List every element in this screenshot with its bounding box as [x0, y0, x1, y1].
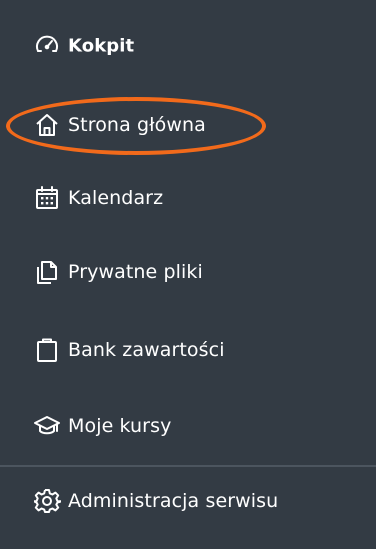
files-icon [30, 255, 64, 289]
nav-item-bank-zawartosci[interactable]: Bank zawartości [0, 320, 376, 380]
home-icon [30, 108, 64, 142]
sidebar-nav: Kokpit Strona główna Kalendarz Prywatne … [0, 0, 376, 549]
nav-item-label: Administracja serwisu [68, 490, 279, 512]
nav-item-label: Strona główna [68, 114, 206, 136]
nav-item-strona-glowna[interactable]: Strona główna [0, 95, 376, 155]
nav-item-label: Prywatne pliki [68, 261, 203, 283]
gauge-icon [30, 29, 64, 63]
calendar-icon [30, 181, 64, 215]
clipboard-icon [30, 333, 64, 367]
nav-item-kokpit[interactable]: Kokpit [0, 16, 376, 76]
nav-item-kalendarz[interactable]: Kalendarz [0, 168, 376, 228]
nav-item-administracja-serwisu[interactable]: Administracja serwisu [0, 471, 376, 531]
graduation-cap-icon [30, 409, 64, 443]
nav-item-label: Bank zawartości [68, 339, 225, 361]
gear-icon [30, 484, 64, 518]
nav-item-moje-kursy[interactable]: Moje kursy [0, 396, 376, 456]
nav-item-label: Kokpit [68, 35, 135, 57]
divider [0, 465, 376, 467]
nav-item-label: Moje kursy [68, 415, 172, 437]
nav-item-label: Kalendarz [68, 187, 164, 209]
nav-item-prywatne-pliki[interactable]: Prywatne pliki [0, 242, 376, 302]
